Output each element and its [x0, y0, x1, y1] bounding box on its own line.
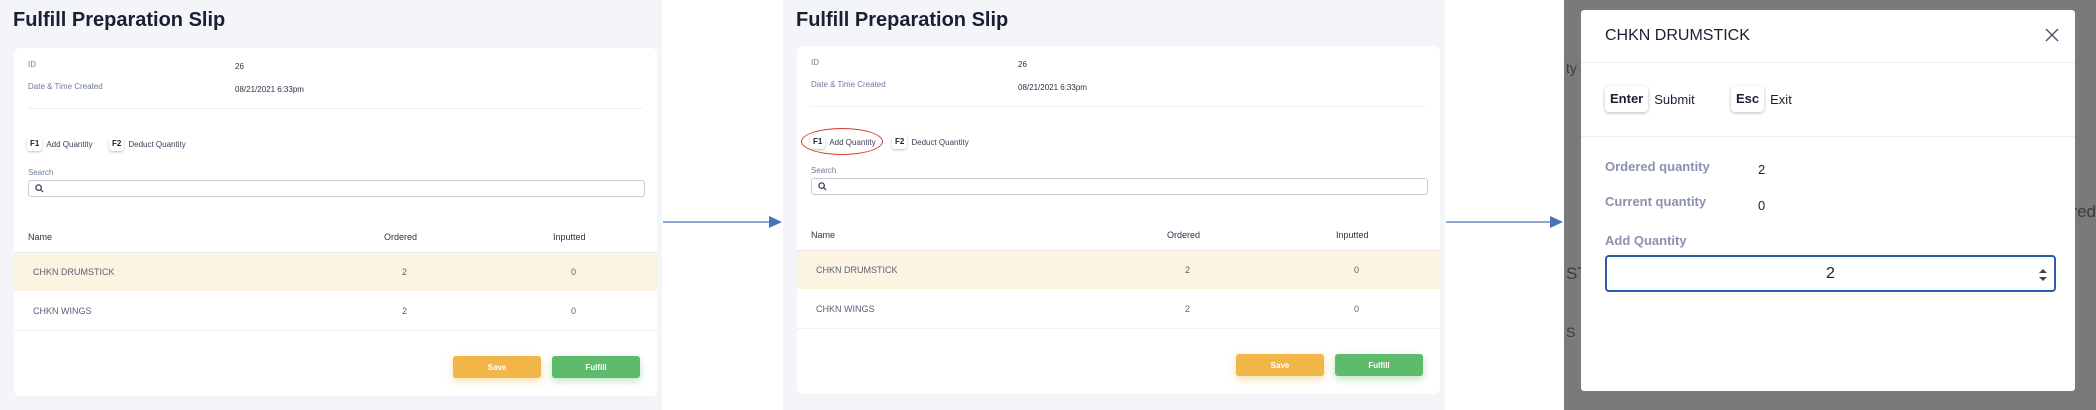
divider: [28, 108, 643, 109]
shortcut-exit[interactable]: Esc Exit: [1731, 86, 1792, 112]
row-ordered: 2: [402, 306, 408, 316]
table-row[interactable]: CHKN WINGS 2 0: [14, 292, 657, 330]
quantity-modal: CHKN DRUMSTICK Enter Submit Esc Exit Ord…: [1581, 10, 2075, 391]
current-quantity-value: 0: [1758, 198, 1766, 213]
shortcut-add-quantity-label: Add Quantity: [46, 139, 93, 149]
row-name: CHKN DRUMSTICK: [33, 267, 115, 277]
row-name: CHKN WINGS: [816, 304, 875, 314]
fulfill-button[interactable]: Fulfill: [1335, 354, 1423, 376]
page-title: Fulfill Preparation Slip: [13, 9, 226, 31]
save-button[interactable]: Save: [1236, 354, 1324, 376]
close-icon[interactable]: [2045, 28, 2059, 42]
search-label: Search: [28, 168, 54, 177]
search-icon: [818, 182, 827, 191]
row-ordered: 2: [402, 267, 408, 277]
column-ordered: Ordered: [384, 232, 418, 242]
shortcut-deduct-quantity[interactable]: F2 Deduct Quantity: [109, 137, 186, 151]
shortcut-submit[interactable]: Enter Submit: [1605, 86, 1695, 112]
column-ordered: Ordered: [1167, 230, 1201, 240]
created-value: 08/21/2021 6:33pm: [1018, 83, 1087, 92]
created-label: Date & Time Created: [811, 80, 886, 89]
column-name: Name: [28, 232, 53, 242]
table-header: Name Ordered Inputted: [797, 220, 1440, 250]
slip-panel-step-2: Fulfill Preparation Slip ID 26 Date & Ti…: [783, 0, 1445, 410]
table-header: Name Ordered Inputted: [14, 222, 657, 252]
esc-key: Esc: [1731, 86, 1765, 112]
divider: [811, 106, 1426, 107]
shortcut-add-quantity[interactable]: F1 Add Quantity: [810, 135, 876, 149]
table-row[interactable]: CHKN DRUMSTICK 2 0: [797, 251, 1440, 289]
table-row[interactable]: CHKN WINGS 2 0: [797, 290, 1440, 328]
divider: [1581, 136, 2075, 137]
row-ordered: 2: [1185, 265, 1191, 275]
ordered-quantity-label: Ordered quantity: [1605, 159, 1710, 174]
row-ordered: 2: [1185, 304, 1191, 314]
column-name: Name: [811, 230, 836, 240]
modal-title: CHKN DRUMSTICK: [1605, 27, 1750, 44]
created-value: 08/21/2021 6:33pm: [235, 85, 304, 94]
f2-key: F2: [109, 137, 125, 151]
background-text-fragment: ty: [1566, 60, 1577, 76]
search-icon: [35, 184, 44, 193]
id-label: ID: [811, 58, 819, 67]
search-input[interactable]: [811, 178, 1428, 195]
ordered-quantity-value: 2: [1758, 162, 1766, 177]
row-inputted: 0: [571, 267, 577, 277]
row-inputted: 0: [1354, 265, 1360, 275]
row-name: CHKN DRUMSTICK: [816, 265, 898, 275]
add-quantity-input[interactable]: [1605, 255, 2056, 292]
save-button[interactable]: Save: [453, 356, 541, 378]
row-inputted: 0: [1354, 304, 1360, 314]
slip-card: ID 26 Date & Time Created 08/21/2021 6:3…: [797, 46, 1440, 394]
table-row[interactable]: CHKN DRUMSTICK 2 0: [14, 253, 657, 291]
shortcut-exit-label: Exit: [1770, 91, 1792, 107]
search-label: Search: [811, 166, 837, 175]
current-quantity-label: Current quantity: [1605, 194, 1707, 209]
shortcut-deduct-quantity-label: Deduct Quantity: [911, 137, 969, 147]
workflow-stage: Fulfill Preparation Slip ID 26 Date & Ti…: [0, 0, 2096, 410]
search-input[interactable]: [28, 180, 645, 197]
fulfill-button[interactable]: Fulfill: [552, 356, 640, 378]
id-label: ID: [28, 60, 36, 69]
shortcut-add-quantity[interactable]: F1 Add Quantity: [27, 137, 93, 151]
id-value: 26: [235, 62, 244, 71]
column-inputted: Inputted: [1336, 230, 1369, 240]
slip-panel-step-1: Fulfill Preparation Slip ID 26 Date & Ti…: [0, 0, 662, 410]
shortcut-add-quantity-label: Add Quantity: [829, 137, 876, 147]
f2-key: F2: [892, 135, 908, 149]
row-name: CHKN WINGS: [33, 306, 92, 316]
background-text-fragment: red: [2071, 202, 2096, 221]
arrow-right-icon: [663, 216, 782, 228]
shortcut-submit-label: Submit: [1654, 91, 1695, 107]
spinner-icon[interactable]: [2038, 267, 2048, 283]
modal-overlay: ty red ST S CHKN DRUMSTICK Enter Submit …: [1564, 0, 2096, 410]
divider: [797, 328, 1440, 329]
background-text-fragment: S: [1566, 324, 1576, 340]
column-inputted: Inputted: [553, 232, 586, 242]
row-inputted: 0: [571, 306, 577, 316]
divider: [14, 330, 657, 331]
f1-key: F1: [810, 135, 826, 149]
slip-card: ID 26 Date & Time Created 08/21/2021 6:3…: [14, 48, 657, 396]
add-quantity-label: Add Quantity: [1605, 233, 1687, 248]
arrow-right-icon: [1446, 216, 1563, 228]
created-label: Date & Time Created: [28, 82, 103, 91]
f1-key: F1: [27, 137, 43, 151]
shortcut-deduct-quantity[interactable]: F2 Deduct Quantity: [892, 135, 969, 149]
divider: [1581, 62, 2075, 63]
id-value: 26: [1018, 60, 1027, 69]
page-title: Fulfill Preparation Slip: [796, 9, 1009, 31]
shortcut-deduct-quantity-label: Deduct Quantity: [128, 139, 186, 149]
enter-key: Enter: [1605, 86, 1649, 112]
